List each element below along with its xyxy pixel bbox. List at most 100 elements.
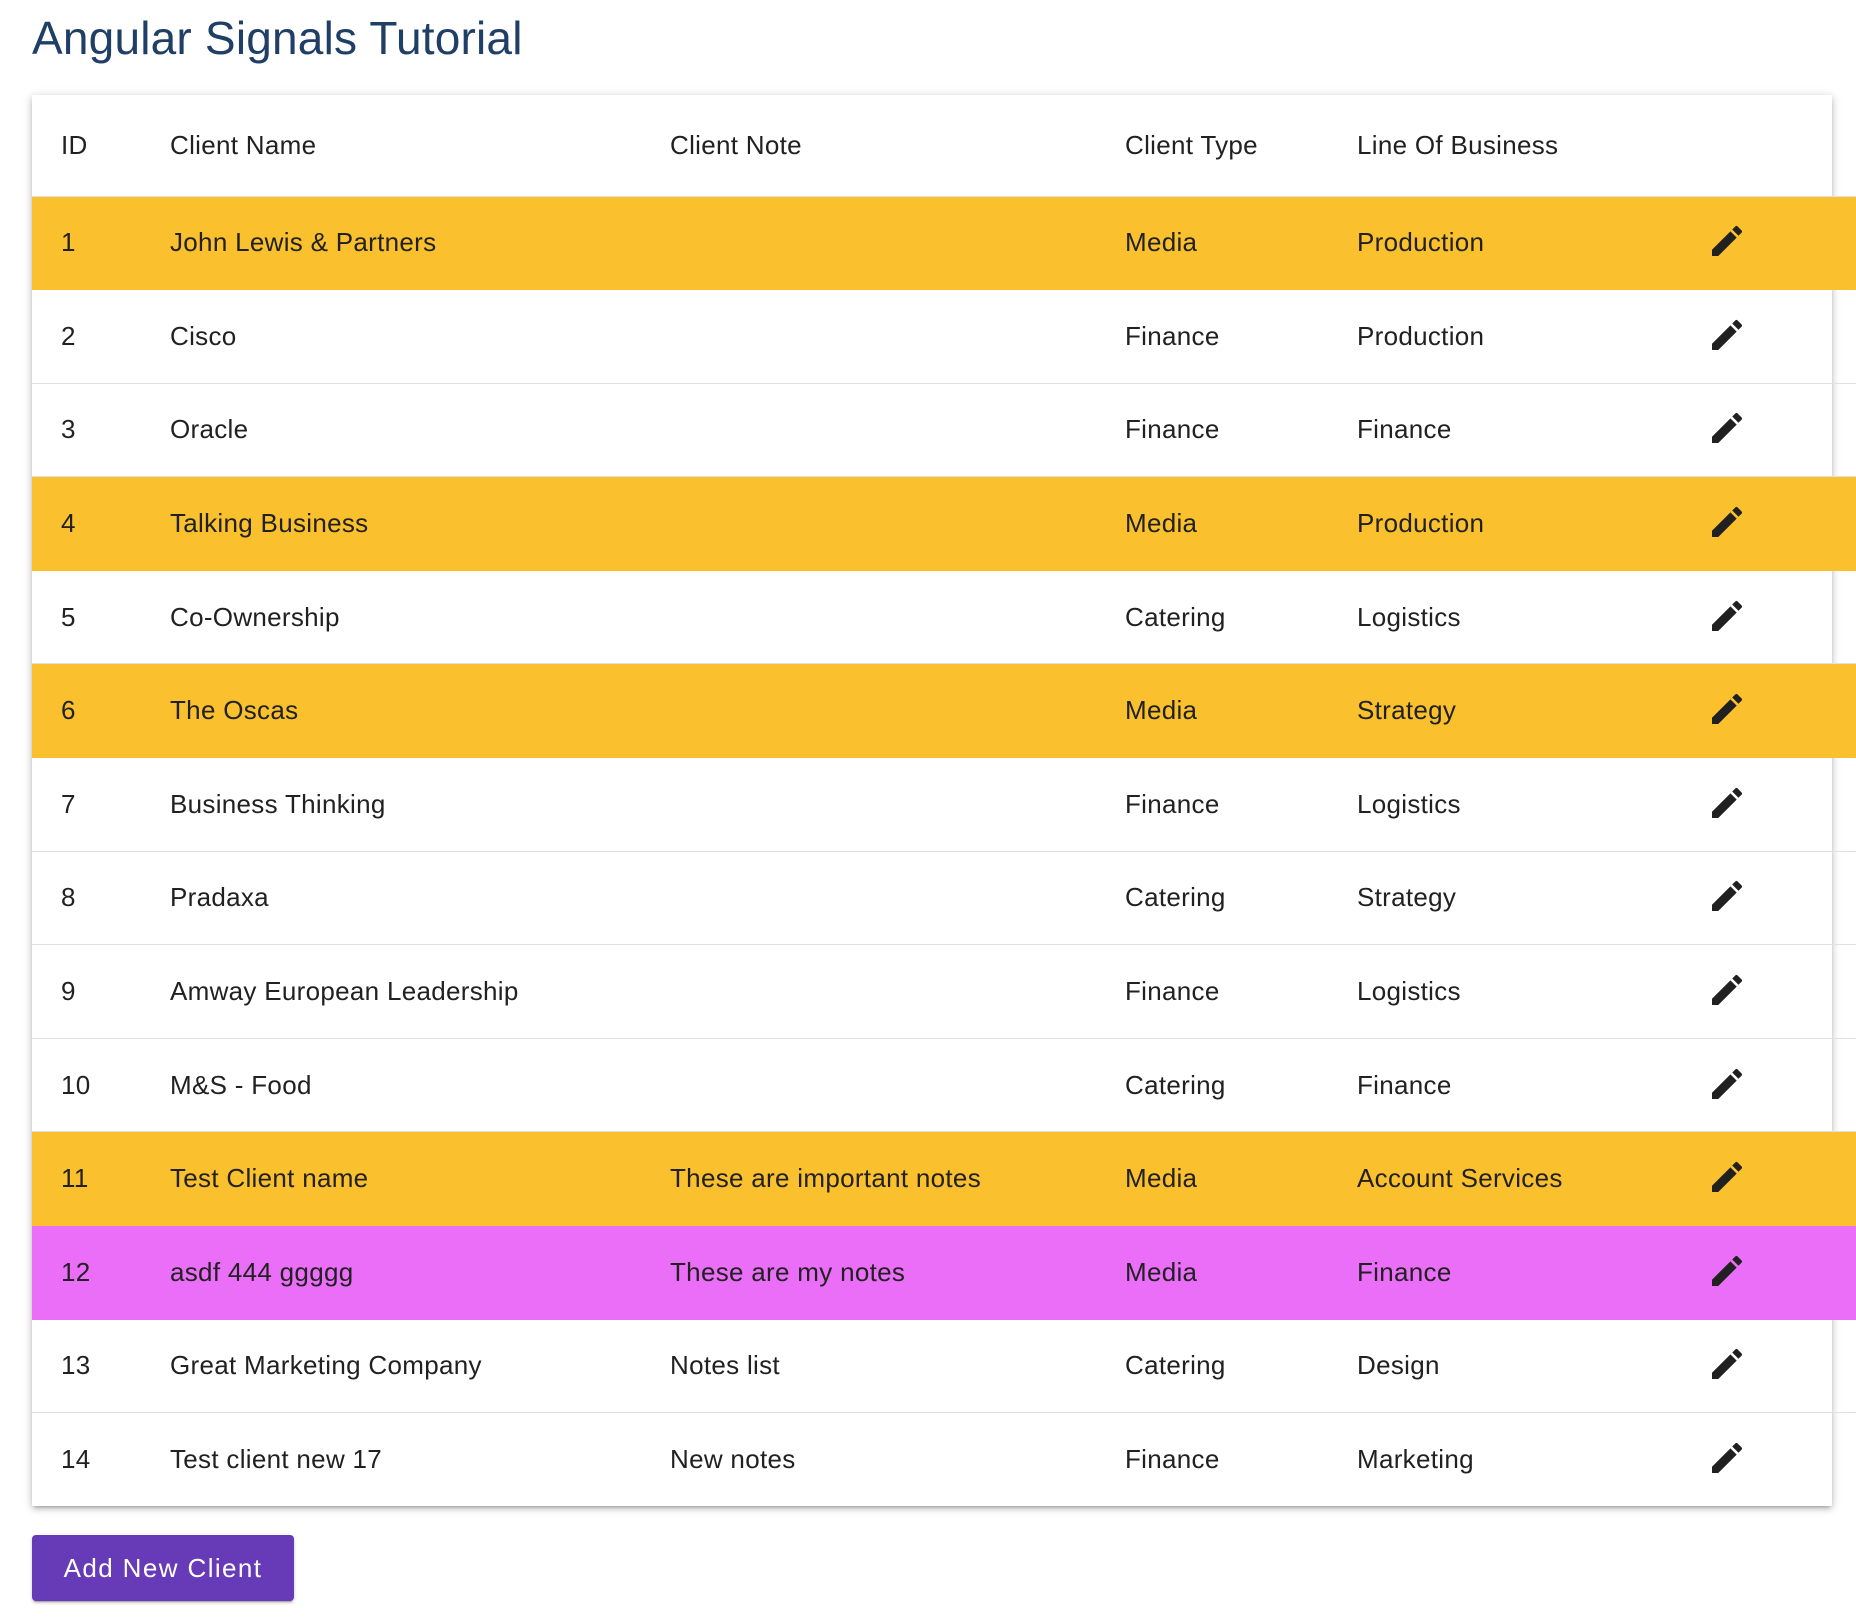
cell-actions <box>1693 196 1856 291</box>
cell-client-name: John Lewis & Partners <box>170 196 670 291</box>
table-row[interactable]: 12 asdf 444 ggggg These are my notes Med… <box>32 1225 1856 1320</box>
cell-id: 4 <box>32 476 170 571</box>
cell-id: 6 <box>32 663 170 759</box>
cell-client-note <box>670 196 1125 291</box>
edit-button[interactable] <box>1703 1434 1751 1482</box>
cell-client-note: New notes <box>670 1444 796 1475</box>
cell-client-type: Media <box>1125 663 1357 759</box>
cell-line-of-business: Logistics <box>1357 757 1693 852</box>
pencil-icon <box>1712 787 1743 818</box>
pencil-icon <box>1712 226 1743 257</box>
pencil-icon <box>1712 694 1743 725</box>
cell-client-type: Media <box>1125 196 1357 291</box>
table-row[interactable]: 2 Cisco Finance Production <box>32 289 1856 384</box>
table-row[interactable]: 11 Test Client name These are important … <box>32 1131 1856 1227</box>
cell-client-type: Finance <box>1125 289 1357 384</box>
edit-button[interactable] <box>1703 872 1751 920</box>
edit-button[interactable] <box>1703 1247 1751 1295</box>
header-client-name: Client Name <box>170 95 670 197</box>
cell-client-name: Cisco <box>170 289 670 384</box>
header-row: ID Client Name Client Note Client Type L… <box>32 95 1856 197</box>
table-row[interactable]: 1 John Lewis & Partners Media Production <box>32 196 1856 291</box>
table-row[interactable]: 6 The Oscas Media Strategy <box>32 663 1856 759</box>
cell-client-type: Media <box>1125 476 1357 571</box>
cell-line-of-business: Production <box>1357 196 1693 291</box>
edit-button[interactable] <box>1703 404 1751 452</box>
cell-line-of-business: Design <box>1357 1319 1693 1414</box>
table-row[interactable]: 10 M&S - Food Catering Finance <box>32 1038 1856 1133</box>
edit-button[interactable] <box>1703 1060 1751 1108</box>
cell-client-type: Finance <box>1125 383 1357 478</box>
cell-client-note <box>670 1038 1125 1133</box>
cell-client-note: These are my notes <box>670 1225 1125 1320</box>
cell-id: 5 <box>32 570 170 665</box>
cell-client-note <box>670 757 1125 852</box>
edit-button[interactable] <box>1703 1153 1751 1201</box>
cell-client-type: Catering <box>1125 1319 1357 1414</box>
cell-id: 9 <box>32 944 170 1039</box>
cell-client-note: These are important notes <box>670 1131 1125 1227</box>
edit-button[interactable] <box>1703 966 1751 1014</box>
table-row[interactable]: 5 Co-Ownership Catering Logistics <box>32 570 1856 665</box>
pencil-icon <box>1712 1255 1743 1286</box>
cell-id: 7 <box>32 757 170 852</box>
cell-line-of-business: Account Services <box>1357 1131 1693 1227</box>
cell-actions <box>1693 1319 1856 1414</box>
cell-client-name: Co-Ownership <box>170 570 670 665</box>
cell-client-name: Oracle <box>170 383 670 478</box>
edit-button[interactable] <box>1703 311 1751 359</box>
table-body: 1 John Lewis & Partners Media Production… <box>32 196 1856 1506</box>
edit-button[interactable] <box>1703 592 1751 640</box>
cell-line-of-business: Production <box>1357 476 1693 571</box>
edit-button[interactable] <box>1703 779 1751 827</box>
cell-client-name: Great Marketing Company <box>170 1319 670 1414</box>
cell-client-note <box>670 663 1125 759</box>
cell-line-of-business: Finance <box>1357 383 1693 478</box>
pencil-icon <box>1712 413 1743 444</box>
cell-actions <box>1693 663 1856 759</box>
table-row[interactable]: 7 Business Thinking Finance Logistics <box>32 757 1856 852</box>
cell-client-note <box>670 383 1125 478</box>
table-header: ID Client Name Client Note Client Type L… <box>32 95 1856 197</box>
cell-id: 3 <box>32 383 170 478</box>
table-row[interactable]: 13 Great Marketing Company Notes list Ca… <box>32 1319 1856 1414</box>
pencil-icon <box>1712 507 1743 538</box>
cell-client-name: Test client new 17 <box>170 1444 383 1475</box>
cell-actions <box>1693 1131 1856 1227</box>
cell-actions <box>1693 1038 1856 1133</box>
edit-button[interactable] <box>1703 685 1751 733</box>
table-row[interactable]: 3 Oracle Finance Finance <box>32 383 1856 478</box>
add-new-client-button[interactable]: Add New Client <box>32 1535 294 1601</box>
cell-actions <box>1693 570 1856 665</box>
cell-client-type: Catering <box>1125 570 1357 665</box>
edit-button[interactable] <box>1703 1340 1751 1388</box>
table-row[interactable]: 8 Pradaxa Catering Strategy <box>32 851 1856 946</box>
cell-client-type: Media <box>1125 1225 1357 1320</box>
cell-actions <box>1693 476 1856 571</box>
cell-id: 11 <box>32 1131 170 1227</box>
cell-actions <box>1693 383 1856 478</box>
pencil-icon <box>1712 1162 1743 1193</box>
pencil-icon <box>1712 1443 1743 1474</box>
page: Angular Signals Tutorial ID Client Name … <box>0 0 1856 1624</box>
cell-client-type: Finance <box>1125 1444 1220 1475</box>
cell-client-type: Catering <box>1125 851 1357 946</box>
header-line-of-business: Line Of Business <box>1357 95 1693 197</box>
header-client-note: Client Note <box>670 95 1125 197</box>
table-row[interactable]: 14 Test client new 17 New notes Finance … <box>32 1413 1856 1507</box>
cell-client-name: M&S - Food <box>170 1038 670 1133</box>
pencil-icon <box>1712 881 1743 912</box>
cell-actions <box>1693 289 1856 384</box>
edit-button[interactable] <box>1703 217 1751 265</box>
cell-client-name: Talking Business <box>170 476 670 571</box>
pencil-icon <box>1712 600 1743 631</box>
table-row[interactable]: 9 Amway European Leadership Finance Logi… <box>32 944 1856 1039</box>
cell-line-of-business: Strategy <box>1357 851 1693 946</box>
pencil-icon <box>1712 1068 1743 1099</box>
clients-table-card: ID Client Name Client Note Client Type L… <box>32 95 1856 1507</box>
edit-button[interactable] <box>1703 498 1751 546</box>
cell-actions <box>1693 1413 1856 1507</box>
cell-line-of-business: Finance <box>1357 1225 1693 1320</box>
cell-line-of-business: Logistics <box>1357 944 1693 1039</box>
table-row[interactable]: 4 Talking Business Media Production <box>32 476 1856 571</box>
